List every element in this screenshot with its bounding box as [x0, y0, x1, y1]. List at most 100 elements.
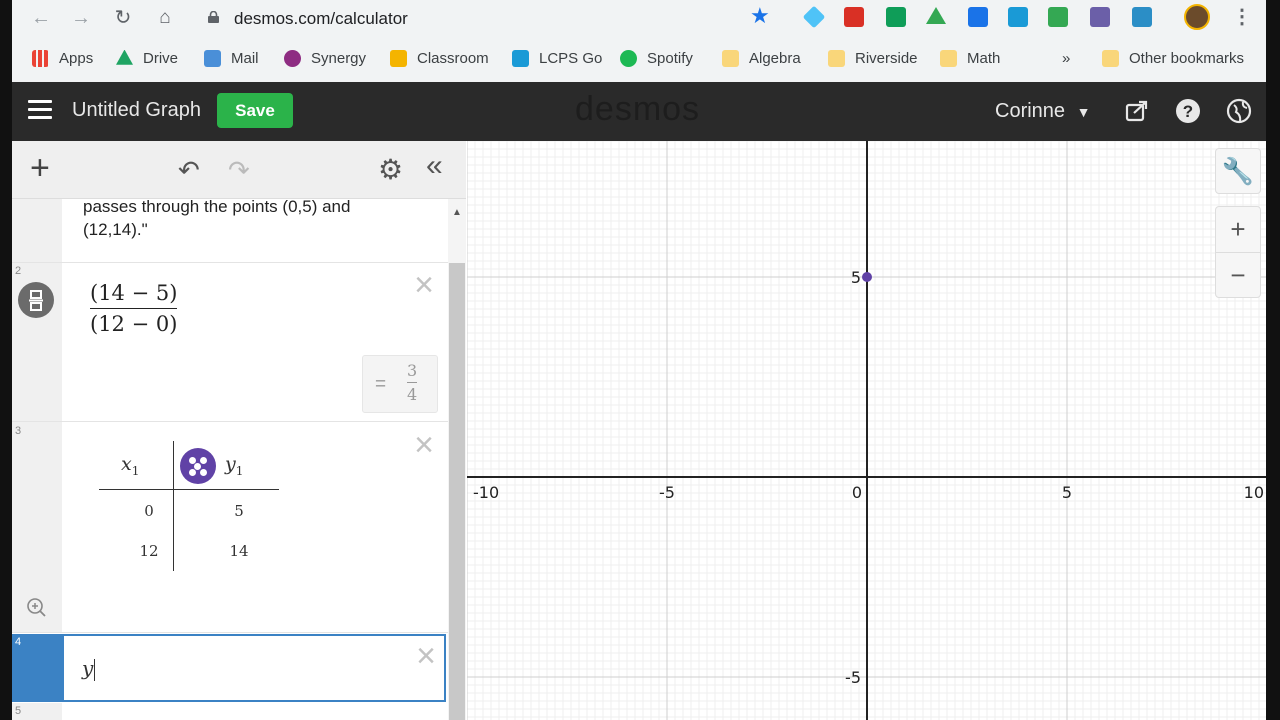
result-fraction: 3 4: [407, 361, 418, 404]
x-tick-label: -10: [473, 483, 499, 502]
extension-screencast-icon[interactable]: [1008, 7, 1028, 27]
bookmark-synergy[interactable]: Synergy: [284, 48, 366, 68]
table-cell[interactable]: 12: [119, 542, 179, 560]
bookmark-mail[interactable]: Mail: [204, 48, 259, 68]
active-expression-input[interactable]: y ×: [62, 634, 446, 702]
profile-avatar[interactable]: [1184, 4, 1210, 30]
address-bar[interactable]: desmos.com/calculator: [194, 3, 776, 33]
scrollbar-thumb[interactable]: [449, 263, 465, 720]
plotted-point: [862, 272, 872, 282]
lock-icon: [208, 11, 219, 23]
graph-title[interactable]: Untitled Graph: [72, 99, 201, 122]
zoom-in-button[interactable]: +: [1215, 206, 1261, 252]
slope-numerator: (14 − 5): [90, 281, 178, 305]
slope-denominator: (12 − 0): [90, 312, 178, 336]
folder-icon: [828, 49, 845, 67]
forward-arrow-icon[interactable]: →: [68, 6, 94, 30]
save-button[interactable]: Save: [217, 93, 293, 128]
help-icon[interactable]: ?: [1175, 98, 1201, 124]
add-item-icon[interactable]: +: [30, 151, 50, 185]
delete-table-icon[interactable]: ×: [412, 428, 436, 462]
bookmark-riverside[interactable]: Riverside: [828, 48, 918, 68]
bookmark-classroom[interactable]: Classroom: [390, 48, 489, 68]
x-tick-label: -5: [659, 483, 675, 502]
browser-chrome: ← → ↻ ⌂ desmos.com/calculator ★ ⋮ Apps D…: [12, 0, 1266, 82]
extension-pdf-icon[interactable]: [1090, 7, 1110, 27]
bookmark-spotify[interactable]: Spotify: [620, 48, 693, 68]
row-separator: [12, 632, 448, 633]
bookmark-star-icon[interactable]: ★: [750, 3, 770, 29]
zoom-out-button[interactable]: −: [1215, 252, 1261, 298]
points-table: x1 y1 0 5 12 14: [99, 441, 279, 571]
desmos-logo: desmos: [575, 90, 701, 128]
undo-icon[interactable]: ↶: [178, 155, 200, 186]
extension-drive-icon[interactable]: [926, 7, 946, 24]
reload-icon[interactable]: ↻: [110, 6, 136, 30]
expression-scrollbar[interactable]: ▲: [448, 199, 466, 720]
point-style-icon[interactable]: [180, 448, 216, 484]
user-menu[interactable]: Corinne ▼: [995, 100, 1090, 123]
table-cell[interactable]: 14: [209, 542, 269, 560]
result-numerator: 3: [407, 361, 418, 380]
bookmark-label: Other bookmarks: [1129, 49, 1245, 67]
row-number: 5: [15, 705, 22, 717]
next-gutter: 5: [12, 703, 62, 720]
graph-canvas[interactable]: -10 -5 0 5 10 5 -5: [467, 141, 1266, 720]
bookmark-algebra[interactable]: Algebra: [722, 48, 801, 68]
lcps-go-icon: [512, 49, 529, 67]
bookmark-other[interactable]: Other bookmarks: [1102, 48, 1244, 68]
extension-cast-icon[interactable]: [1048, 7, 1068, 27]
bookmark-drive[interactable]: Drive: [116, 48, 178, 68]
redo-icon[interactable]: ↷: [228, 155, 250, 186]
collapse-panel-icon[interactable]: «: [426, 149, 443, 183]
delete-expression-icon[interactable]: ×: [412, 268, 436, 302]
bookmark-label: Drive: [143, 49, 179, 67]
bookmark-label: Apps: [59, 49, 94, 67]
calculator-icon[interactable]: [18, 282, 54, 318]
header-y-sub: 1: [235, 463, 244, 478]
chrome-menu-icon[interactable]: ⋮: [1232, 4, 1252, 29]
drive-icon: [116, 49, 133, 65]
zoom-fit-icon[interactable]: [26, 597, 46, 617]
scroll-up-arrow-icon[interactable]: ▲: [452, 207, 462, 218]
extension-classroom-icon[interactable]: [886, 7, 906, 27]
delete-expression-icon[interactable]: ×: [414, 639, 438, 673]
extension-diamond-icon[interactable]: [802, 5, 826, 29]
wrench-icon[interactable]: 🔧: [1215, 148, 1261, 194]
expression-toolbar: + ↶ ↷ ⚙ «: [12, 141, 466, 199]
typed-value: y: [82, 656, 94, 680]
x-tick-label: 10: [1244, 483, 1264, 502]
expression-input-text[interactable]: y: [82, 656, 96, 681]
graph-tools: 🔧 + −: [1215, 148, 1261, 298]
table-header-y[interactable]: y1: [225, 453, 243, 478]
folder-icon: [1102, 49, 1119, 67]
y-tick-label: -5: [845, 668, 861, 687]
table-header-x[interactable]: x1: [121, 453, 139, 478]
share-icon[interactable]: [1124, 98, 1150, 124]
table-cell[interactable]: 5: [209, 502, 269, 520]
gear-icon[interactable]: ⚙: [378, 153, 403, 186]
extension-flag-icon[interactable]: [968, 7, 988, 27]
evaluation-result: = 3 4: [362, 355, 438, 413]
spotify-icon: [620, 49, 637, 67]
bookmarks-bar: Apps Drive Mail Synergy Classroom LCPS G…: [12, 40, 1266, 76]
globe-icon[interactable]: [1226, 98, 1252, 124]
bookmark-math[interactable]: Math: [940, 48, 1000, 68]
table-cell[interactable]: 0: [119, 502, 179, 520]
bookmark-label: Algebra: [749, 49, 801, 67]
header-y-var: y: [225, 453, 236, 475]
expression-list: passes through the points (0,5) and (12,…: [12, 199, 448, 720]
extension-video-icon[interactable]: [844, 7, 864, 27]
bookmark-label: LCPS Go: [539, 49, 603, 67]
graph-paper[interactable]: -10 -5 0 5 10 5 -5 🔧 + −: [467, 141, 1266, 720]
back-arrow-icon[interactable]: ←: [28, 6, 54, 30]
home-icon[interactable]: ⌂: [152, 6, 178, 30]
slope-fraction[interactable]: (14 − 5) (12 − 0): [90, 279, 178, 338]
bookmark-lcps-go[interactable]: LCPS Go: [512, 48, 602, 68]
extension-chart-icon[interactable]: [1132, 7, 1152, 27]
bookmarks-overflow[interactable]: »: [1062, 48, 1070, 68]
bookmark-label: Math: [967, 49, 1001, 67]
note-text[interactable]: passes through the points (0,5) and (12,…: [83, 199, 413, 241]
hamburger-menu-icon[interactable]: [28, 100, 52, 120]
bookmark-apps[interactable]: Apps: [32, 48, 93, 68]
